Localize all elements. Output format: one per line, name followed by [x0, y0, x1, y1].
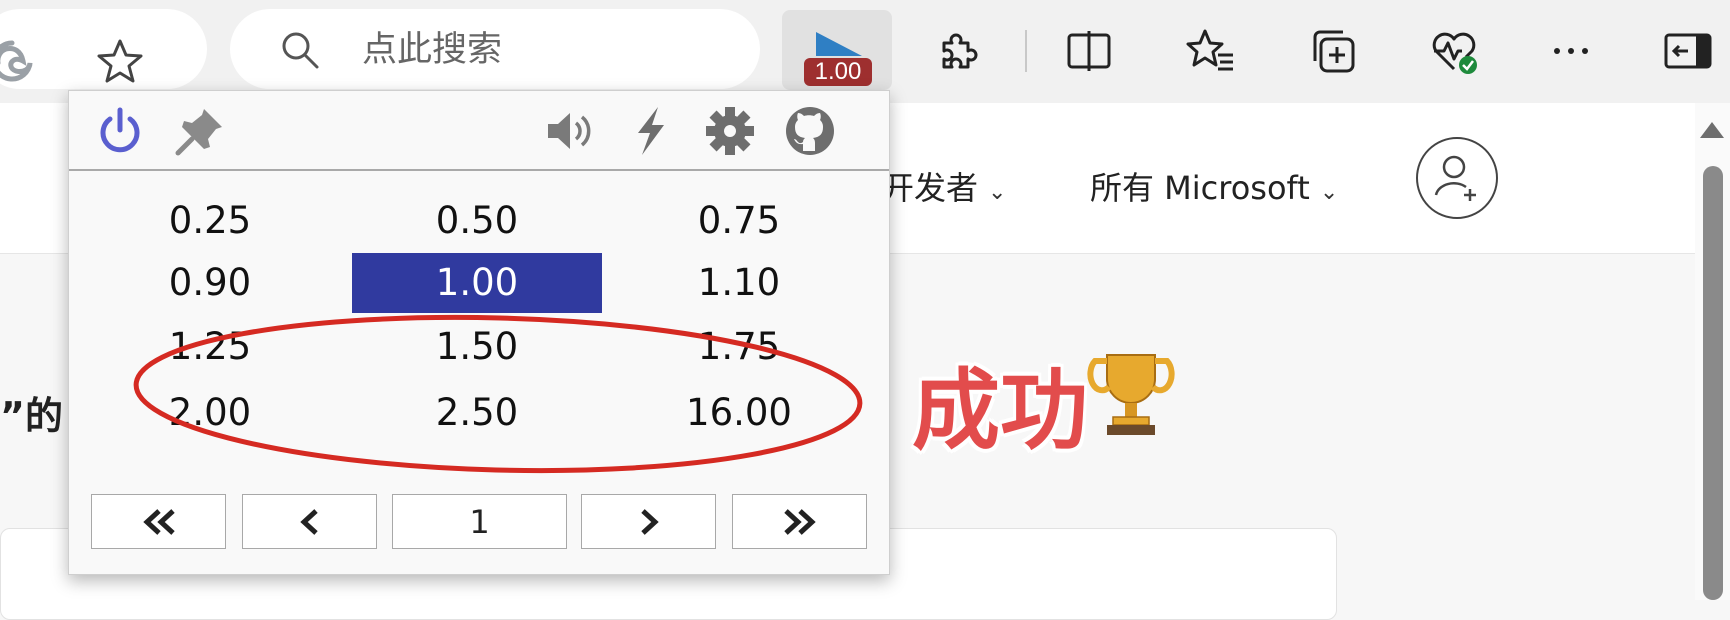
speed-option[interactable]: 0.75: [614, 191, 864, 251]
edge-logo-icon: [0, 40, 33, 82]
user-add-icon: [1434, 155, 1476, 201]
github-icon[interactable]: [784, 105, 836, 157]
highlight-ellipse: [133, 314, 863, 474]
address-bar-left[interactable]: [0, 9, 207, 89]
browser-toolbar: 1.00: [0, 0, 1730, 103]
page-text-fragment: ”的: [0, 394, 63, 438]
favorite-star-icon[interactable]: [95, 36, 145, 86]
speed-option[interactable]: 0.25: [85, 191, 335, 251]
first-page-button[interactable]: [91, 494, 226, 549]
double-chevron-left-icon: [142, 508, 175, 535]
video-speed-icon: [816, 32, 862, 56]
video-speed-extension-button[interactable]: 1.00: [782, 10, 892, 90]
scrollbar-thumb[interactable]: [1703, 166, 1723, 600]
success-annotation: 成功: [912, 359, 1089, 462]
search-input[interactable]: [360, 23, 744, 77]
chevron-left-icon: [299, 508, 318, 535]
split-screen-icon[interactable]: [1063, 25, 1115, 77]
browser-essentials-icon[interactable]: [1428, 25, 1480, 77]
speed-badge: 1.00: [804, 58, 872, 86]
nav-developers[interactable]: 开发者 ⌄: [882, 163, 1006, 209]
toolbar-separator: [1025, 30, 1027, 72]
more-icon[interactable]: [1545, 25, 1597, 77]
next-page-button[interactable]: [581, 494, 716, 549]
lightning-icon[interactable]: [624, 105, 676, 157]
search-icon: [282, 32, 319, 69]
chevron-right-icon: [640, 508, 659, 535]
previous-page-button[interactable]: [242, 494, 377, 549]
pin-icon[interactable]: [174, 105, 226, 157]
collections-icon[interactable]: [1307, 25, 1359, 77]
nav-label: 所有 Microsoft: [1090, 169, 1310, 207]
gear-icon[interactable]: [704, 105, 756, 157]
last-page-button[interactable]: [732, 494, 867, 549]
extensions-icon[interactable]: [930, 25, 982, 77]
page-number: 1: [392, 494, 567, 549]
nav-all-microsoft[interactable]: 所有 Microsoft ⌄: [1090, 163, 1338, 209]
search-box[interactable]: [230, 9, 760, 89]
sidebar-toggle-icon[interactable]: [1662, 25, 1714, 77]
power-icon[interactable]: [94, 105, 146, 157]
nav-label: 开发者: [882, 169, 979, 207]
chevron-down-icon: ⌄: [988, 180, 1007, 205]
favorites-icon[interactable]: [1185, 25, 1237, 77]
scroll-up-arrow-icon[interactable]: [1700, 122, 1724, 138]
account-avatar[interactable]: [1416, 137, 1498, 219]
double-chevron-right-icon: [783, 508, 816, 535]
chevron-down-icon: ⌄: [1319, 180, 1339, 205]
trophy-icon: [1087, 354, 1175, 435]
speaker-icon[interactable]: [544, 105, 596, 157]
speed-option[interactable]: 0.50: [352, 191, 602, 251]
popup-icon-bar: [69, 91, 889, 171]
